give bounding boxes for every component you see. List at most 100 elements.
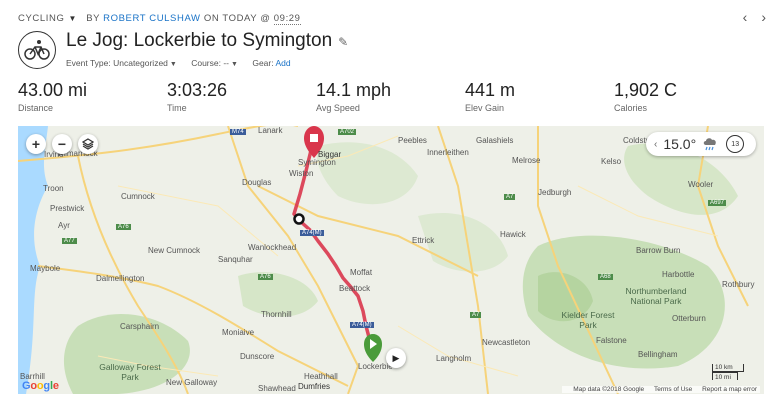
activity-type[interactable]: CYCLING [18, 13, 64, 24]
map-label: Ettrick [412, 236, 435, 245]
road-shield: A697 [708, 200, 727, 206]
gear-label: Gear: [252, 58, 274, 68]
cycling-activity-icon [18, 31, 56, 69]
play-icon: ▶ [392, 352, 400, 363]
activity-time[interactable]: 09:29 [273, 13, 301, 25]
map-label: Galashiels [476, 136, 514, 145]
weather-widget: ‹ 15.0° 13 [646, 132, 756, 156]
activity-title: Le Jog: Lockerbie to Symington ✎ [66, 30, 348, 52]
map-label: Barrow Burn [636, 246, 681, 255]
course-label: Course: -- [191, 58, 230, 68]
terms-link[interactable]: Terms of Use [654, 386, 692, 393]
zoom-out-button[interactable]: − [52, 134, 72, 154]
activity-options: Event Type: Uncategorized ▼ Course: -- ▼ G… [66, 58, 303, 68]
road-shield: A74(M) [350, 322, 374, 328]
stat-label: Distance [18, 103, 54, 113]
stat-label: Calories [614, 103, 648, 113]
chevron-left-icon[interactable]: ‹ [654, 139, 657, 150]
map-label: Thornhill [261, 310, 292, 319]
layers-icon [82, 138, 94, 150]
map-attribution: Map data ©2018 Google Terms of Use Repor… [562, 386, 760, 393]
map-label: Maybole [30, 264, 61, 273]
map-label: Melrose [512, 156, 541, 165]
map-label: Carsphairn [120, 322, 160, 331]
map-label: New Cumnock [148, 246, 201, 255]
map-label: Cumnock [121, 192, 155, 201]
author-link[interactable]: ROBERT CULSHAW [103, 13, 200, 24]
map-label: Langholm [436, 354, 472, 363]
map-label: Wooler [688, 180, 714, 189]
map-label: New Galloway [166, 378, 218, 387]
map-label: Falstone [596, 336, 627, 345]
map-label: Rothbury [722, 280, 755, 289]
road-shield: A74(M) [300, 230, 324, 236]
stat-value: 1,902 C [614, 80, 678, 100]
road-shield: M74 [230, 129, 246, 135]
stat-label: Elev Gain [465, 103, 505, 113]
activity-type-dropdown-icon[interactable]: ▼ [68, 14, 77, 23]
map-label: Jedburgh [538, 188, 572, 197]
date-prefix: ON TODAY @ [203, 13, 271, 24]
chevron-down-icon: ▼ [231, 61, 238, 68]
activity-nav: ‹ › [729, 9, 766, 25]
gear-field: Gear: Add [252, 58, 290, 68]
route-map[interactable]: Irvine Kilmarnock Troon Prestwick Ayr Ne… [18, 126, 764, 394]
activity-title-text[interactable]: Le Jog: Lockerbie to Symington [66, 30, 332, 51]
map-data-credit: Map data ©2018 Google [573, 386, 645, 393]
edit-title-icon[interactable]: ✎ [338, 35, 348, 49]
map-label: Harbottle [662, 270, 695, 279]
map-label: Heathhall [304, 372, 338, 381]
stat-time: 3:03:26 Time [167, 80, 227, 113]
map-label: Dalmellington [96, 274, 145, 283]
play-route-button[interactable]: ▶ [386, 348, 406, 368]
map-label: Innerleithen [427, 148, 469, 157]
map-layers-button[interactable] [78, 134, 98, 154]
map-label: Peebles [398, 136, 427, 145]
stat-label: Time [167, 103, 187, 113]
map-label: Prestwick [50, 204, 85, 213]
add-gear-link[interactable]: Add [276, 58, 291, 68]
map-label: Troon [43, 184, 64, 193]
map-label: Shawhead [258, 384, 296, 393]
report-error-link[interactable]: Report a map error [702, 386, 757, 393]
google-logo: Google [22, 380, 59, 392]
road-shield: A76 [258, 274, 273, 280]
map-label: Moffat [350, 268, 373, 277]
map-label: Ayr [58, 221, 70, 230]
scale-mi: 10 mi [712, 372, 738, 381]
map-label: Dunscore [240, 352, 275, 361]
zoom-in-button[interactable]: + [26, 134, 46, 154]
course-select[interactable]: Course: -- ▼ [191, 58, 238, 68]
map-label: Hawick [500, 230, 526, 239]
next-activity-icon[interactable]: › [761, 9, 766, 25]
stat-value: 3:03:26 [167, 80, 228, 100]
previous-activity-icon[interactable]: ‹ [743, 9, 748, 25]
map-label: Wiston [289, 169, 314, 178]
stat-avg-speed: 14.1 mph Avg Speed [316, 80, 391, 113]
map-label: Bellingham [638, 350, 678, 359]
map-label: Beattock [339, 284, 371, 293]
map-label: Symington [298, 158, 336, 167]
map-label: Galloway Forest Park [99, 362, 161, 382]
map-label: Dumfries [298, 382, 331, 391]
road-shield: A76 [116, 224, 131, 230]
by-label: BY [86, 13, 100, 24]
event-type-select[interactable]: Event Type: Uncategorized ▼ [66, 58, 177, 68]
map-label: Moniaive [222, 328, 255, 337]
stat-label: Avg Speed [316, 103, 360, 113]
activity-meta-line: CYCLING ▼ BY ROBERT CULSHAW ON TODAY @ 09… [18, 13, 301, 25]
event-type-label: Event Type: Uncategorized [66, 58, 168, 68]
map-label: Otterburn [672, 314, 706, 323]
chevron-down-icon: ▼ [169, 61, 177, 68]
map-label: Douglas [242, 178, 272, 187]
stat-value: 14.1 mph [316, 80, 392, 100]
rain-cloud-icon [703, 138, 717, 151]
map-label: Sanquhar [218, 255, 253, 264]
map-scale: 10 km 10 mi [712, 364, 744, 381]
road-shield: A7 [470, 312, 482, 318]
map-label: Lanark [258, 126, 283, 135]
road-shield: A77 [62, 238, 77, 244]
map-label: Wanlockhead [248, 243, 297, 252]
road-shield: A702 [338, 129, 357, 135]
scale-km: 10 km [712, 364, 744, 372]
